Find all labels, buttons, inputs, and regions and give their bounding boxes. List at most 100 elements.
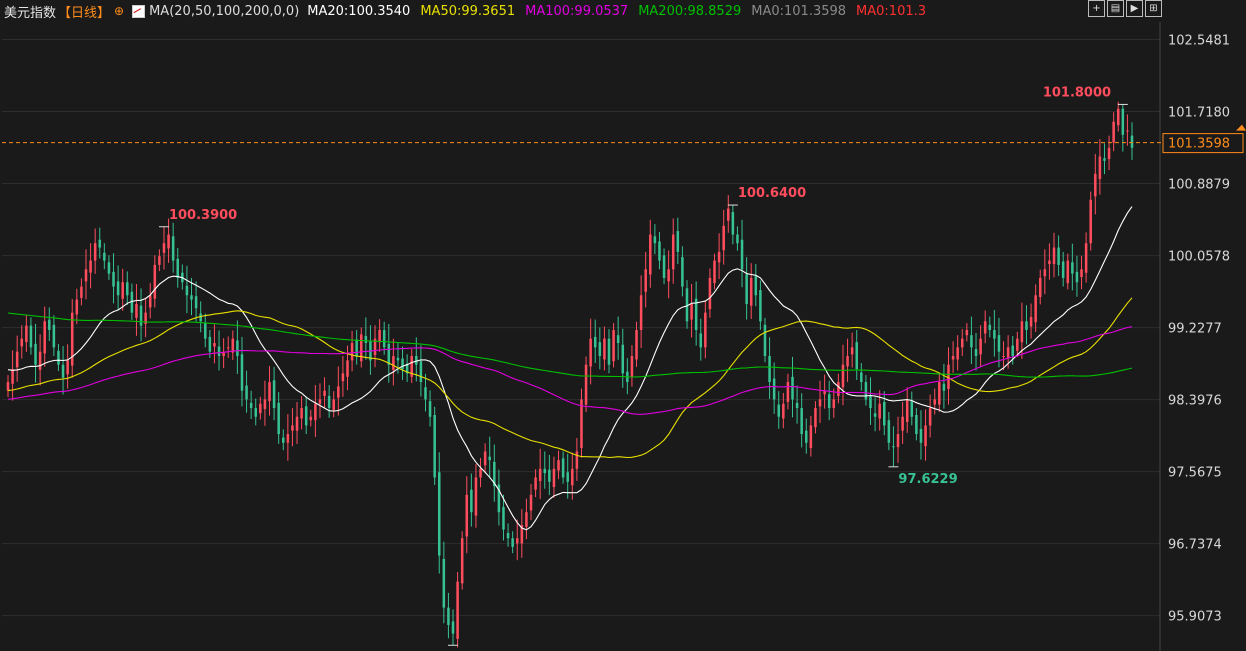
candle[interactable]	[910, 391, 914, 426]
candle[interactable]	[456, 572, 459, 648]
candle[interactable]	[254, 398, 258, 426]
candle[interactable]	[832, 388, 836, 418]
candle[interactable]	[359, 327, 363, 368]
candle[interactable]	[529, 483, 533, 521]
candle[interactable]	[378, 319, 381, 352]
candle[interactable]	[1048, 243, 1051, 280]
candle[interactable]	[575, 438, 579, 481]
candle[interactable]	[580, 388, 583, 458]
candle[interactable]	[525, 498, 528, 540]
candle[interactable]	[483, 443, 487, 473]
candle[interactable]	[419, 345, 423, 397]
candle[interactable]	[924, 409, 927, 461]
candle[interactable]	[846, 338, 849, 383]
candle[interactable]	[1002, 341, 1005, 371]
candle[interactable]	[731, 205, 735, 245]
candle[interactable]	[291, 408, 294, 447]
candle[interactable]	[974, 333, 978, 371]
candle[interactable]	[460, 531, 464, 590]
candle[interactable]	[818, 380, 822, 424]
candle[interactable]	[983, 310, 987, 344]
candle[interactable]	[928, 394, 932, 438]
candle[interactable]	[795, 385, 799, 424]
candle[interactable]	[424, 373, 427, 412]
candle[interactable]	[965, 323, 969, 342]
candle[interactable]	[722, 209, 725, 265]
candle[interactable]	[171, 222, 175, 273]
candle[interactable]	[947, 347, 950, 405]
candle[interactable]	[837, 373, 840, 404]
candle[interactable]	[1066, 253, 1070, 290]
candle[interactable]	[515, 519, 519, 561]
candle[interactable]	[662, 248, 666, 285]
candle[interactable]	[520, 509, 524, 558]
candle[interactable]	[1121, 104, 1125, 152]
candle[interactable]	[841, 344, 845, 406]
candle[interactable]	[447, 592, 450, 639]
candle[interactable]	[749, 263, 753, 319]
candle[interactable]	[470, 473, 473, 527]
candle[interactable]	[300, 395, 303, 430]
candle[interactable]	[355, 329, 358, 365]
candle[interactable]	[1038, 269, 1042, 305]
candle[interactable]	[497, 469, 501, 526]
candle[interactable]	[346, 345, 349, 391]
candle[interactable]	[626, 358, 629, 395]
candle[interactable]	[98, 227, 102, 259]
candle[interactable]	[584, 356, 588, 413]
candle[interactable]	[671, 218, 675, 284]
candle[interactable]	[282, 429, 285, 451]
candle[interactable]	[107, 255, 111, 280]
candle[interactable]	[511, 531, 514, 554]
candle[interactable]	[869, 377, 872, 425]
candle[interactable]	[204, 313, 207, 348]
candle[interactable]	[93, 228, 97, 274]
candle[interactable]	[11, 350, 14, 401]
candle[interactable]	[878, 390, 881, 431]
candle[interactable]	[226, 336, 230, 358]
candle[interactable]	[401, 346, 404, 380]
candle[interactable]	[772, 362, 776, 414]
candle[interactable]	[561, 451, 565, 484]
candle[interactable]	[704, 300, 707, 359]
candle[interactable]	[38, 334, 42, 386]
candle[interactable]	[465, 476, 469, 554]
candle[interactable]	[231, 330, 235, 360]
candle[interactable]	[1075, 255, 1079, 297]
candle[interactable]	[993, 310, 996, 357]
candle[interactable]	[369, 325, 372, 375]
candle[interactable]	[777, 391, 781, 429]
candle[interactable]	[960, 329, 964, 356]
candle[interactable]	[61, 346, 65, 395]
candle[interactable]	[814, 401, 817, 434]
candle[interactable]	[259, 396, 262, 420]
candle[interactable]	[75, 288, 79, 325]
candle[interactable]	[667, 250, 670, 299]
candle[interactable]	[970, 316, 973, 365]
candle[interactable]	[437, 452, 441, 574]
candle[interactable]	[782, 392, 785, 429]
candle[interactable]	[103, 243, 106, 270]
candle[interactable]	[405, 354, 409, 382]
candle[interactable]	[864, 375, 868, 406]
candle[interactable]	[15, 335, 19, 382]
candle[interactable]	[314, 385, 317, 438]
candle[interactable]	[249, 390, 253, 420]
candle[interactable]	[236, 320, 239, 374]
candle[interactable]	[538, 448, 542, 499]
candle[interactable]	[410, 349, 413, 384]
candle[interactable]	[1112, 112, 1115, 152]
candle[interactable]	[708, 268, 712, 318]
candle[interactable]	[685, 280, 689, 329]
candle[interactable]	[1080, 255, 1083, 290]
candle[interactable]	[630, 345, 634, 387]
candle[interactable]	[850, 332, 854, 368]
candle[interactable]	[699, 318, 703, 361]
candle[interactable]	[754, 264, 758, 307]
candle[interactable]	[598, 327, 602, 370]
candle[interactable]	[428, 390, 432, 427]
candle[interactable]	[805, 418, 808, 454]
candle[interactable]	[786, 373, 790, 410]
candle[interactable]	[759, 280, 762, 330]
candle[interactable]	[896, 416, 900, 463]
